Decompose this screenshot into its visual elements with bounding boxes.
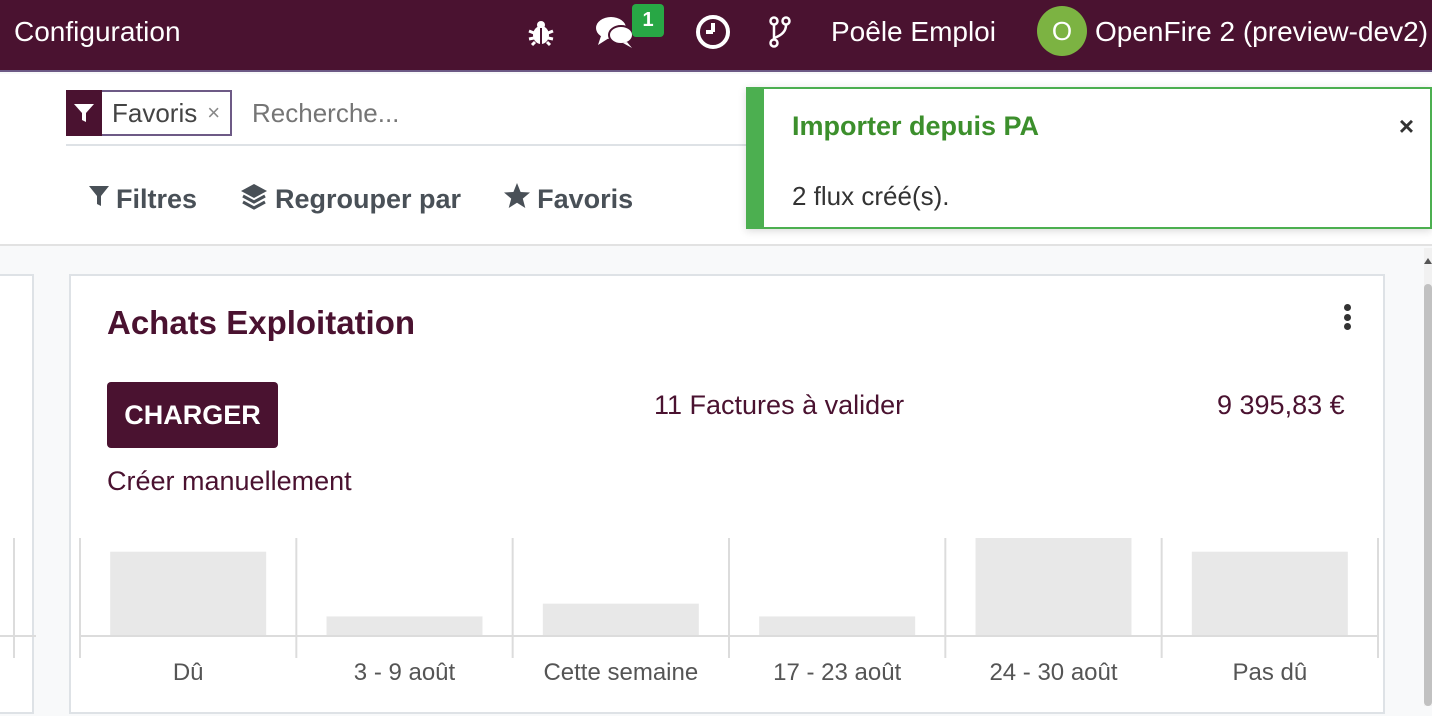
chart-tick-label: 17 - 23 août	[773, 659, 901, 686]
invoices-to-validate-link[interactable]: 11 Factures à valider	[654, 390, 904, 421]
filters-button[interactable]: Filtres	[88, 182, 197, 217]
chart-tick-label: 3 - 9 août	[354, 659, 456, 686]
facet-label: Favoris	[112, 97, 198, 128]
star-icon	[503, 182, 531, 217]
invoices-amount: 9 395,83 €	[1217, 390, 1345, 420]
previous-journal-card	[0, 274, 36, 714]
success-notification: Importer depuis PA 2 flux créé(s). ×	[746, 87, 1432, 229]
company-switcher[interactable]: Poêle Emploi	[831, 16, 996, 48]
bug-icon[interactable]	[524, 12, 558, 52]
search-facet: Favoris ×	[66, 90, 233, 136]
load-button[interactable]: CHARGER	[107, 382, 278, 448]
messages-count-badge: 1	[632, 4, 664, 37]
favorites-button[interactable]: Favoris	[503, 182, 633, 217]
chart-bar	[1191, 551, 1348, 636]
top-navbar: Configuration 1 Poêle Emploi O OpenFire …	[0, 0, 1432, 72]
activity-clock-icon[interactable]	[694, 12, 732, 52]
database-name[interactable]: OpenFire 2 (preview-dev2)	[1095, 16, 1428, 48]
chart-bar	[542, 603, 699, 636]
chart-tick-label: Pas dû	[1232, 659, 1307, 686]
app-menu-title[interactable]: Configuration	[14, 16, 181, 48]
layers-icon	[239, 182, 269, 217]
scroll-up-arrow-icon[interactable]	[1424, 254, 1432, 270]
search-bar: Favoris ×	[66, 88, 756, 146]
scrollbar-thumb[interactable]	[1424, 284, 1432, 706]
search-input[interactable]	[252, 98, 732, 129]
filters-label: Filtres	[116, 184, 198, 214]
chart-tick-label: Cette semaine	[543, 659, 698, 686]
chart-bar	[110, 551, 267, 636]
facet-remove-icon[interactable]: ×	[207, 100, 230, 126]
chart-bar	[326, 616, 483, 636]
search-options: Filtres Regrouper par Favoris	[88, 182, 633, 217]
filter-icon	[88, 184, 110, 215]
group-by-label: Regrouper par	[275, 184, 462, 214]
chart-tick-label: 24 - 30 août	[989, 659, 1117, 686]
filter-icon	[66, 90, 102, 136]
group-by-button[interactable]: Regrouper par	[239, 182, 461, 217]
favorites-label: Favoris	[537, 184, 634, 214]
close-icon[interactable]: ×	[1399, 111, 1414, 142]
journal-card: Dû 3 - 9 août Cette semaine 17 - 23 août 24 …	[69, 274, 1385, 714]
create-manually-link[interactable]: Créer manuellement	[107, 466, 352, 497]
chart-bar	[975, 538, 1132, 636]
notification-title: Importer depuis PA	[792, 111, 1040, 141]
notification-message: 2 flux créé(s).	[792, 181, 950, 211]
messages-icon[interactable]	[594, 12, 636, 52]
chart-tick-label: Dû	[173, 659, 204, 686]
chart-bar	[759, 616, 916, 636]
kebab-menu-icon[interactable]	[1337, 300, 1357, 334]
avatar[interactable]: O	[1037, 6, 1087, 56]
branch-icon[interactable]	[766, 12, 794, 52]
journal-title[interactable]: Achats Exploitation	[107, 304, 415, 342]
